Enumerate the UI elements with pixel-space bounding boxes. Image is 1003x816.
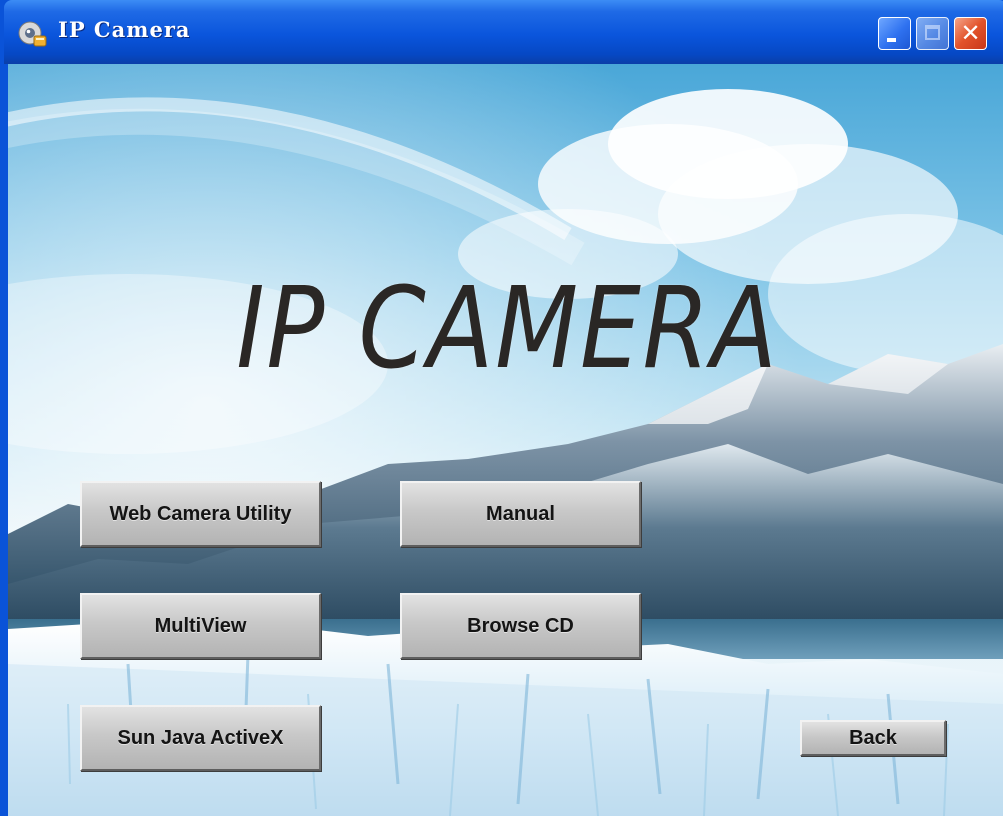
maximize-icon: [925, 25, 940, 40]
app-window: IP Camera ✕ IP CAMERA Web Camera Utility…: [0, 0, 1003, 816]
web-camera-utility-button[interactable]: Web Camera Utility: [80, 481, 321, 547]
close-button[interactable]: ✕: [954, 17, 987, 50]
multiview-button[interactable]: MultiView: [80, 593, 321, 659]
client-area: IP CAMERA Web Camera Utility Manual Mult…: [8, 64, 1003, 816]
maximize-button[interactable]: [916, 17, 949, 50]
window-title: IP Camera: [58, 17, 191, 42]
minimize-icon: [887, 38, 896, 42]
logo-text: IP CAMERA: [236, 264, 779, 394]
browse-cd-button[interactable]: Browse CD: [400, 593, 641, 659]
sun-java-activex-button[interactable]: Sun Java ActiveX: [80, 705, 321, 771]
camera-app-icon: [18, 21, 47, 47]
close-icon: ✕: [960, 19, 981, 47]
glacier-background-image: [8, 64, 1003, 816]
back-button[interactable]: Back: [800, 720, 946, 756]
title-bar[interactable]: IP Camera ✕: [4, 0, 1003, 64]
minimize-button[interactable]: [878, 17, 911, 50]
manual-button[interactable]: Manual: [400, 481, 641, 547]
